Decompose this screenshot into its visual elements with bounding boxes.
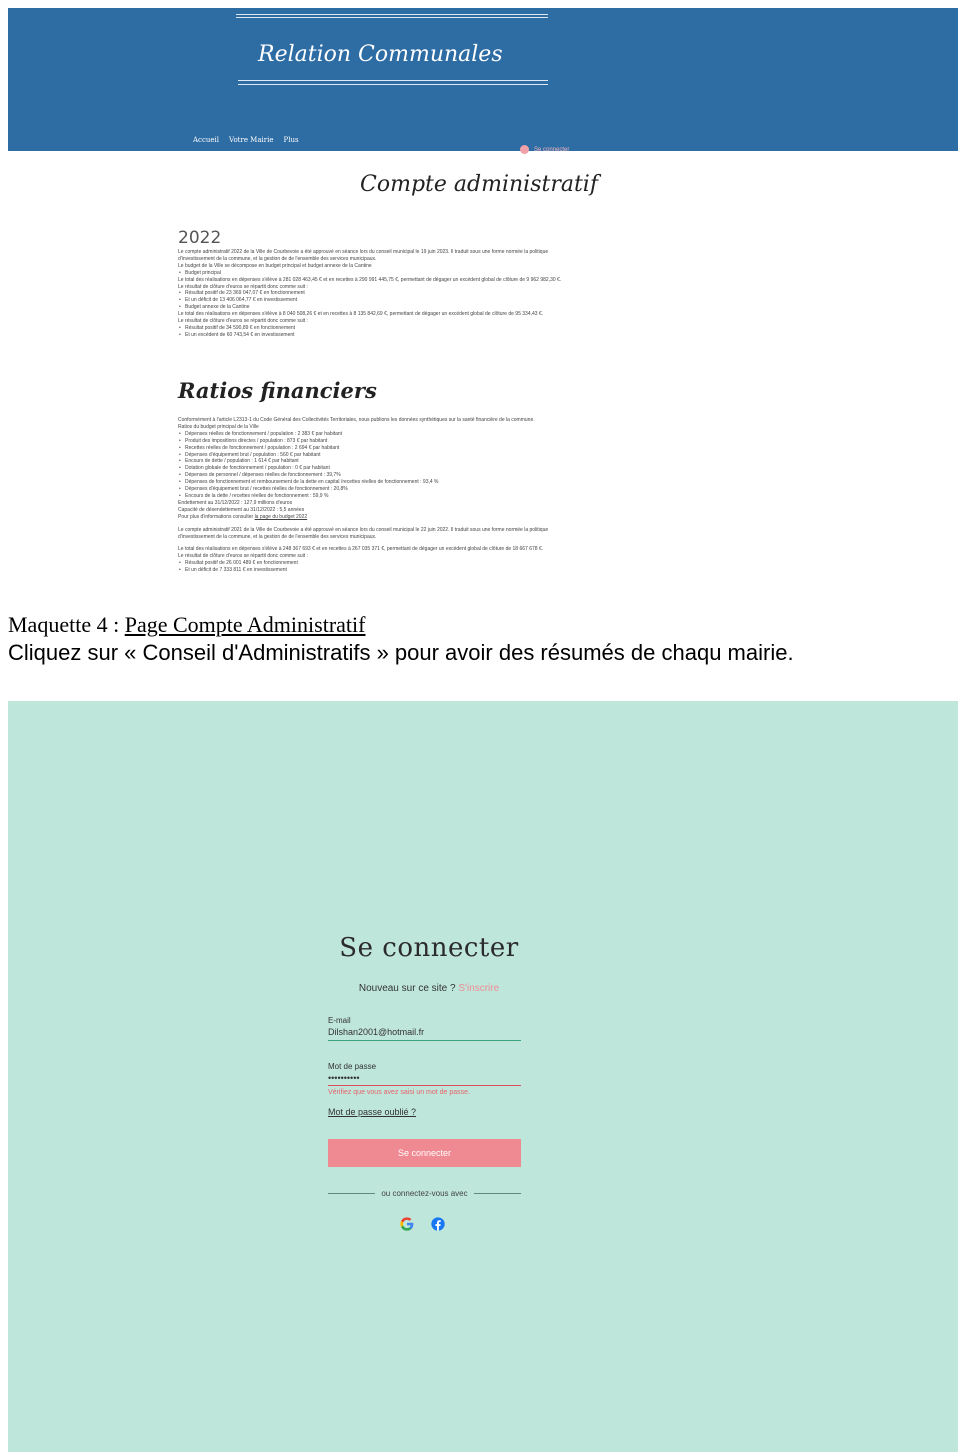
compte-2022-text: Le compte administratif 2022 de la Ville… bbox=[178, 249, 568, 339]
paragraph: Conformément à l'article L2313-1 du Code… bbox=[178, 417, 535, 423]
site-header: Relation Communales Accueil Votre Mairie… bbox=[8, 8, 958, 154]
list-item: Recettes réelles de fonctionnement / pop… bbox=[178, 445, 568, 452]
list-item: Dépenses de fonctionnement et remboursem… bbox=[178, 479, 568, 486]
list-item: Et un déficit de 13 406 064,77 € en inve… bbox=[178, 297, 568, 304]
ratios-text: Conformément à l'article L2313-1 du Code… bbox=[178, 417, 568, 574]
login-title: Se connecter bbox=[339, 933, 519, 963]
list-item: Encours de la dette / recettes réelles d… bbox=[178, 493, 568, 500]
list-item: Résultat positif de 23 369 047,07 € en f… bbox=[178, 290, 568, 297]
page-title: Compte administratif bbox=[360, 172, 598, 197]
password-underline bbox=[328, 1085, 521, 1086]
paragraph: Endettement au 31/12/2022 : 127,9 millio… bbox=[178, 499, 293, 506]
main-nav: Accueil Votre Mairie Plus bbox=[193, 136, 299, 144]
paragraph: Ratios du budget principal de la Ville bbox=[178, 423, 259, 430]
compte-administratif-screenshot: Relation Communales Accueil Votre Mairie… bbox=[0, 0, 958, 610]
divider-text: ou connectez-vous avec bbox=[381, 1189, 468, 1198]
password-field[interactable] bbox=[328, 1071, 521, 1085]
social-login bbox=[399, 1216, 446, 1232]
list-item: Encours de dette / population : 1 614 € … bbox=[178, 458, 568, 465]
list-item: Et un excédent de 60 743,54 € en investi… bbox=[178, 332, 568, 339]
list-item: Résultat positif de 34 590,89 € en fonct… bbox=[178, 325, 568, 332]
forgot-password-link[interactable]: Mot de passe oublié ? bbox=[328, 1107, 416, 1117]
signup-link[interactable]: S'inscrire bbox=[458, 983, 499, 994]
login-button[interactable]: Se connecter bbox=[328, 1139, 521, 1167]
header-login-label: Se connecter bbox=[534, 146, 570, 153]
header-login-link[interactable]: Se connecter bbox=[520, 145, 569, 154]
user-avatar-icon bbox=[520, 145, 529, 154]
email-label: E-mail bbox=[328, 1016, 351, 1025]
signup-prompt: Nouveau sur ce site ? S'inscrire bbox=[8, 983, 850, 994]
list-item: Dépenses de personnel / dépenses réelles… bbox=[178, 472, 568, 479]
paragraph: Le total des réalisations en dépenses s'… bbox=[178, 276, 562, 283]
password-error: Vérifiez que vous avez saisi un mot de p… bbox=[328, 1089, 471, 1096]
paragraph: Le compte administratif 2021 de la Ville… bbox=[178, 526, 549, 540]
list-item: Dépenses d'équipement brut / population … bbox=[178, 452, 568, 459]
nav-item-accueil[interactable]: Accueil bbox=[193, 136, 219, 144]
list-item: Dotation globale de fonctionnement / pop… bbox=[178, 465, 568, 472]
list-item: Dépenses réelles de fonctionnement / pop… bbox=[178, 431, 568, 438]
nav-item-votre-mairie[interactable]: Votre Mairie bbox=[229, 136, 273, 144]
paragraph: Capacité de désendettement au 31/12/2022… bbox=[178, 506, 305, 513]
caption-description: Cliquez sur « Conseil d'Administratifs »… bbox=[8, 640, 794, 665]
signup-prompt-text: Nouveau sur ce site ? bbox=[358, 983, 459, 994]
header-rule bbox=[238, 84, 548, 85]
divider-line bbox=[328, 1193, 376, 1194]
paragraph: Le résultat de clôture d'euros se répart… bbox=[178, 318, 308, 325]
list-item: Budget annexe de la Cantine bbox=[178, 304, 568, 311]
site-title: Relation Communales bbox=[258, 42, 503, 67]
list-item: Et un déficit de 7 333 811 € en investis… bbox=[178, 567, 568, 574]
email-field[interactable] bbox=[328, 1025, 521, 1039]
paragraph: Le budget de la Ville se décompose en bu… bbox=[178, 262, 372, 269]
header-rule bbox=[238, 80, 548, 81]
list-item: Budget principal bbox=[178, 270, 568, 277]
paragraph: Le total des réalisations en dépenses s'… bbox=[178, 311, 544, 318]
list-item: Produit des impositions directes / popul… bbox=[178, 438, 568, 445]
email-underline bbox=[328, 1040, 521, 1041]
paragraph: Le compte administratif 2022 de la Ville… bbox=[178, 249, 549, 262]
paragraph: Le total des réalisations en dépenses s'… bbox=[178, 546, 544, 553]
login-screenshot: Se connecter Nouveau sur ce site ? S'ins… bbox=[8, 701, 958, 1452]
budget-page-link[interactable]: la page du budget 2022 bbox=[255, 514, 308, 520]
google-icon[interactable] bbox=[399, 1216, 415, 1232]
paragraph: Pour plus d'informations consulter la pa… bbox=[178, 513, 308, 520]
ratios-heading: Ratios financiers bbox=[178, 378, 377, 403]
nav-item-plus[interactable]: Plus bbox=[284, 136, 299, 144]
caption-link[interactable]: Page Compte Administratif bbox=[125, 612, 366, 637]
social-divider: ou connectez-vous avec bbox=[328, 1189, 521, 1198]
password-label: Mot de passe bbox=[328, 1062, 377, 1071]
year-heading: 2022 bbox=[178, 228, 222, 248]
header-rule bbox=[236, 14, 548, 15]
paragraph: Le résultat de clôture d'euros se répart… bbox=[178, 283, 308, 290]
figure-caption: Maquette 4 : Page Compte Administratif bbox=[8, 612, 365, 638]
facebook-icon[interactable] bbox=[430, 1216, 446, 1232]
divider-line bbox=[473, 1193, 521, 1194]
header-rule bbox=[236, 17, 548, 18]
paragraph: Le résultat de clôture d'euros se répart… bbox=[178, 553, 308, 560]
list-item: Résultat positif de 26 001 489 € en fonc… bbox=[178, 560, 568, 567]
list-item: Dépenses d'équipement brut / recettes ré… bbox=[178, 486, 568, 493]
caption-label: Maquette 4 : bbox=[8, 612, 125, 637]
